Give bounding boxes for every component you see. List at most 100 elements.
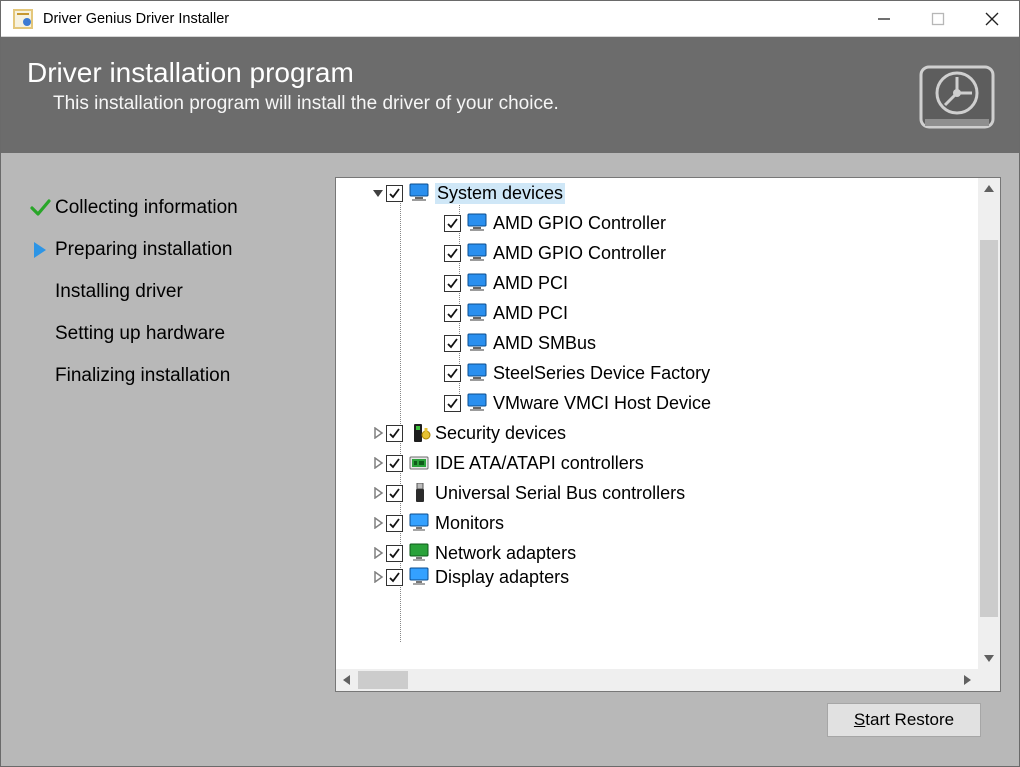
monitor-icon bbox=[409, 513, 431, 533]
scroll-corner bbox=[978, 669, 1000, 691]
checkbox[interactable] bbox=[444, 365, 461, 382]
caret-right-icon[interactable] bbox=[336, 562, 384, 592]
tree-node-label: AMD GPIO Controller bbox=[493, 243, 666, 264]
computer-icon bbox=[467, 363, 489, 383]
drive-icon bbox=[917, 63, 997, 135]
step-collecting: Collecting information bbox=[25, 187, 325, 229]
tree-node-label: IDE ATA/ATAPI controllers bbox=[435, 453, 644, 474]
tree-node-label: Universal Serial Bus controllers bbox=[435, 483, 685, 504]
security-icon bbox=[409, 423, 431, 443]
button-label: tart Restore bbox=[865, 710, 954, 730]
scroll-down-icon[interactable] bbox=[978, 647, 1000, 669]
tree-node[interactable]: Network adapters bbox=[336, 538, 978, 568]
network-icon bbox=[409, 543, 431, 563]
checkbox[interactable] bbox=[386, 515, 403, 532]
step-label: Preparing installation bbox=[55, 239, 232, 261]
tree-pane: System devices AMD GPIO Controller AMD GPI… bbox=[335, 177, 1001, 748]
checkbox[interactable] bbox=[386, 455, 403, 472]
checkbox[interactable] bbox=[386, 545, 403, 562]
checkbox[interactable] bbox=[444, 275, 461, 292]
scroll-left-icon[interactable] bbox=[336, 669, 358, 691]
page-title: Driver installation program bbox=[27, 57, 917, 89]
tree-node-label: System devices bbox=[435, 183, 565, 204]
system-buttons bbox=[857, 1, 1019, 37]
step-finalizing: Finalizing installation bbox=[25, 355, 325, 397]
tree-node[interactable]: VMware VMCI Host Device bbox=[336, 388, 978, 418]
minimize-button[interactable] bbox=[857, 1, 911, 37]
tree-node[interactable]: AMD GPIO Controller bbox=[336, 238, 978, 268]
step-label: Installing driver bbox=[55, 281, 183, 303]
computer-icon bbox=[467, 213, 489, 233]
tree-node[interactable]: Display adapters bbox=[336, 568, 978, 586]
checkbox[interactable] bbox=[444, 305, 461, 322]
caret-right-icon[interactable] bbox=[336, 448, 384, 478]
caret-right-icon[interactable] bbox=[336, 418, 384, 448]
scroll-up-icon[interactable] bbox=[978, 178, 1000, 200]
checkbox[interactable] bbox=[386, 185, 403, 202]
scroll-right-icon[interactable] bbox=[956, 669, 978, 691]
checkbox[interactable] bbox=[444, 215, 461, 232]
step-label: Finalizing installation bbox=[55, 365, 230, 387]
checkbox[interactable] bbox=[386, 425, 403, 442]
checkbox[interactable] bbox=[386, 485, 403, 502]
window-title: Driver Genius Driver Installer bbox=[43, 11, 857, 27]
app-icon bbox=[13, 9, 33, 29]
computer-icon bbox=[467, 393, 489, 413]
start-restore-button[interactable]: Start Restore bbox=[827, 703, 981, 737]
titlebar: Driver Genius Driver Installer bbox=[1, 1, 1019, 37]
tree-node[interactable]: IDE ATA/ATAPI controllers bbox=[336, 448, 978, 478]
maximize-button[interactable] bbox=[911, 1, 965, 37]
tree-node-label: AMD GPIO Controller bbox=[493, 213, 666, 234]
button-mnemonic: S bbox=[854, 710, 865, 730]
steps-list: Collecting information Preparing install… bbox=[25, 177, 325, 748]
computer-icon bbox=[409, 183, 431, 203]
tree-view[interactable]: System devices AMD GPIO Controller AMD GPI… bbox=[336, 178, 978, 669]
body: Collecting information Preparing install… bbox=[1, 153, 1019, 766]
ide-icon bbox=[409, 453, 431, 473]
scroll-thumb[interactable] bbox=[358, 671, 408, 689]
checkbox[interactable] bbox=[444, 245, 461, 262]
tree-node[interactable]: System devices bbox=[336, 178, 978, 208]
horizontal-scrollbar[interactable] bbox=[336, 669, 978, 691]
step-installing: Installing driver bbox=[25, 271, 325, 313]
tree-node[interactable]: AMD GPIO Controller bbox=[336, 208, 978, 238]
step-label: Collecting information bbox=[55, 197, 238, 219]
step-hardware: Setting up hardware bbox=[25, 313, 325, 355]
content: Driver installation program This install… bbox=[1, 37, 1019, 766]
tree-node[interactable]: Universal Serial Bus controllers bbox=[336, 478, 978, 508]
checkbox[interactable] bbox=[444, 395, 461, 412]
tree-node[interactable]: AMD SMBus bbox=[336, 328, 978, 358]
usb-icon bbox=[409, 483, 431, 503]
tree-node-label: VMware VMCI Host Device bbox=[493, 393, 711, 414]
triangle-icon bbox=[25, 241, 55, 259]
tree-node-label: AMD PCI bbox=[493, 303, 568, 324]
tree-node[interactable]: AMD PCI bbox=[336, 268, 978, 298]
header: Driver installation program This install… bbox=[1, 37, 1019, 153]
tree-node-label: SteelSeries Device Factory bbox=[493, 363, 710, 384]
tree-node-label: Network adapters bbox=[435, 543, 576, 564]
checkbox[interactable] bbox=[444, 335, 461, 352]
caret-right-icon[interactable] bbox=[336, 478, 384, 508]
step-preparing: Preparing installation bbox=[25, 229, 325, 271]
caret-right-icon[interactable] bbox=[336, 508, 384, 538]
step-label: Setting up hardware bbox=[55, 323, 225, 345]
tree-box: System devices AMD GPIO Controller AMD GPI… bbox=[335, 177, 1001, 692]
computer-icon bbox=[467, 273, 489, 293]
tree-node-label: Display adapters bbox=[435, 567, 569, 588]
tree-node-label: AMD PCI bbox=[493, 273, 568, 294]
checkbox[interactable] bbox=[386, 569, 403, 586]
tree-node[interactable]: Security devices bbox=[336, 418, 978, 448]
tree-node[interactable]: AMD PCI bbox=[336, 298, 978, 328]
monitor-icon bbox=[409, 567, 431, 587]
close-button[interactable] bbox=[965, 1, 1019, 37]
tree-node[interactable]: SteelSeries Device Factory bbox=[336, 358, 978, 388]
computer-icon bbox=[467, 303, 489, 323]
vertical-scrollbar[interactable] bbox=[978, 178, 1000, 669]
window: Driver Genius Driver Installer Driver in… bbox=[0, 0, 1020, 767]
caret-down-icon[interactable] bbox=[336, 178, 384, 208]
footer: Start Restore bbox=[335, 692, 1001, 748]
scroll-thumb[interactable] bbox=[980, 240, 998, 617]
tree-node[interactable]: Monitors bbox=[336, 508, 978, 538]
tree-node-label: Security devices bbox=[435, 423, 566, 444]
computer-icon bbox=[467, 243, 489, 263]
